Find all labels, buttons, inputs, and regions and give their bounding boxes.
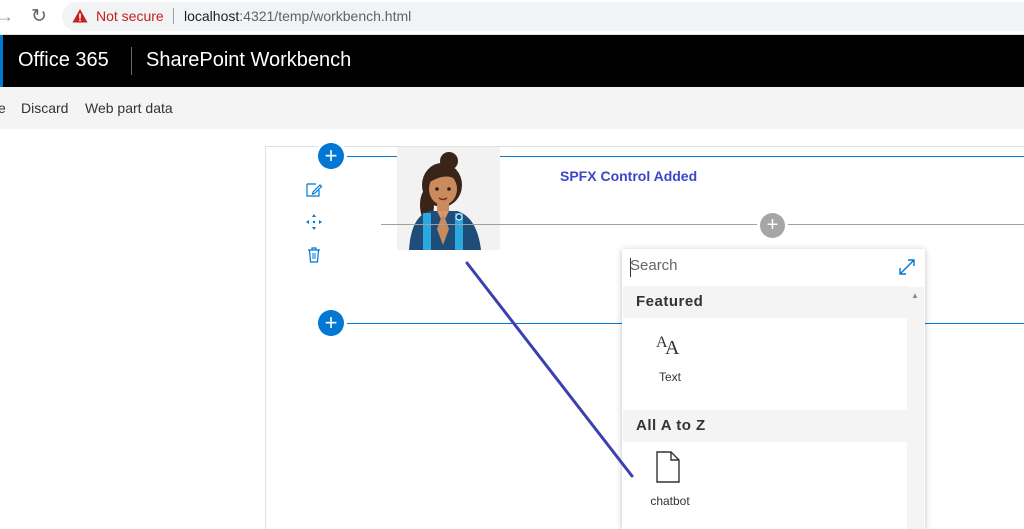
suite-bar: Office 365 SharePoint Workbench xyxy=(0,35,1024,87)
discard-button[interactable]: Discard xyxy=(21,100,68,116)
address-bar[interactable]: Not secure localhost:4321/temp/workbench… xyxy=(62,2,1024,31)
command-bar: e Discard Web part data xyxy=(0,87,1024,129)
suite-accent xyxy=(0,35,3,87)
edit-icon[interactable] xyxy=(305,181,323,199)
add-section-top-button[interactable]: + xyxy=(318,143,344,169)
expand-icon[interactable] xyxy=(898,258,916,276)
text-icon: A A xyxy=(656,334,680,357)
address-divider xyxy=(173,8,174,24)
section-bottom-line-right xyxy=(925,323,1024,324)
browser-toolbar: → ↻ Not secure localhost:4321/temp/workb… xyxy=(0,0,1024,35)
security-status[interactable]: Not secure xyxy=(96,8,164,24)
web-part-data-button[interactable]: Web part data xyxy=(85,100,173,116)
scroll-up-icon[interactable]: ▲ xyxy=(911,291,919,300)
url-host: localhost xyxy=(184,8,240,24)
forward-arrow-icon[interactable]: → xyxy=(0,6,14,27)
reload-icon[interactable]: ↻ xyxy=(31,5,47,28)
delete-icon[interactable] xyxy=(305,246,323,264)
add-webpart-button[interactable]: + xyxy=(760,213,785,238)
add-section-bottom-button[interactable]: + xyxy=(318,310,344,336)
document-icon xyxy=(656,451,680,483)
warning-icon xyxy=(72,9,88,23)
assistant-avatar xyxy=(397,147,500,250)
featured-heading: Featured xyxy=(623,286,907,318)
save-command-partial[interactable]: e xyxy=(0,100,6,116)
url-text[interactable]: localhost:4321/temp/workbench.html xyxy=(184,8,411,24)
toolbox-item-label: Text xyxy=(658,370,681,384)
toolbox-item-label: chatbot xyxy=(650,494,690,508)
suite-divider xyxy=(131,47,132,75)
webpart-toolbox: Search Featured A A Text All A to Z chat… xyxy=(622,249,925,529)
url-path: :4321/temp/workbench.html xyxy=(239,8,412,24)
all-a-to-z-heading: All A to Z xyxy=(623,410,907,442)
toolbox-scrollbar[interactable] xyxy=(907,287,924,529)
section-bottom-line xyxy=(345,323,623,324)
search-input[interactable]: Search xyxy=(630,257,900,279)
office-brand[interactable]: Office 365 xyxy=(18,49,109,72)
svg-text:A: A xyxy=(665,337,680,357)
move-icon[interactable] xyxy=(305,213,323,231)
webpart-title: SPFX Control Added xyxy=(560,168,698,184)
app-title: SharePoint Workbench xyxy=(146,49,352,71)
webpart-divider xyxy=(381,224,1024,225)
